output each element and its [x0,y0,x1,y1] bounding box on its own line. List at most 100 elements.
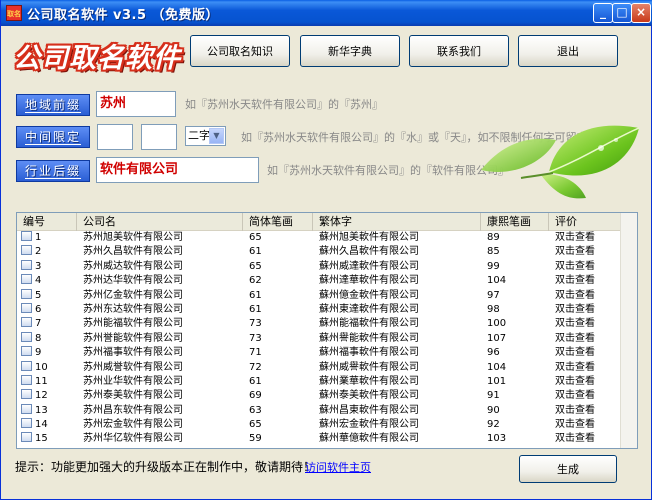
table-cell: 91 [487,390,500,402]
footer-tip: 提示：功能更加强大的升级版本正在制作中，敬请期待！ [15,460,316,474]
table-cell: 蘇州宏金軟件有限公司 [319,419,419,431]
table-cell: 90 [487,404,500,416]
table-cell: 100 [487,318,507,330]
table-cell: 苏州宏金软件有限公司 [83,419,183,431]
table-row[interactable]: 14 苏州宏金软件有限公司 65 蘇州宏金軟件有限公司 92 双击查看 [17,418,637,432]
table-cell: 双击查看 [555,433,595,445]
title-bar[interactable]: 取名 公司取名软件 v3.5 （免费版） _ □ × [1,0,652,26]
results-table[interactable]: 编号 公司名 简体笔画 繁体字 康熙笔画 评价 1 苏州旭美软件有限公司 65 蘇州旭… [16,212,638,449]
row-item-icon [21,259,32,270]
table-cell: 蘇州華億軟件有限公司 [319,433,419,445]
table-row[interactable]: 15 苏州华亿软件有限公司 59 蘇州華億軟件有限公司 103 双击查看 [17,432,637,446]
table-cell: 双击查看 [555,318,595,330]
table-row[interactable]: 9 苏州福事软件有限公司 71 蘇州福事軟件有限公司 96 双击查看 [17,346,637,360]
row-item-icon [21,231,32,241]
table-row[interactable]: 13 苏州昌东软件有限公司 63 蘇州昌東軟件有限公司 90 双击查看 [17,403,637,418]
table-cell: 双击查看 [555,289,595,301]
middle-input-2[interactable] [141,124,177,150]
row-number-cell: 10 [17,360,77,375]
row-number-cell: 2 [17,245,77,259]
table-row[interactable]: 12 苏州泰美软件有限公司 69 蘇州泰美軟件有限公司 91 双击查看 [17,389,637,403]
table-cell: 蘇州業華軟件有限公司 [319,375,419,387]
row-number-cell: 5 [17,288,77,303]
row-item-icon [21,432,32,443]
table-cell: 59 [249,433,262,445]
middle-label-button[interactable]: 中间限定 [16,126,90,148]
table-row[interactable]: 4 苏州达华软件有限公司 62 蘇州達華軟件有限公司 104 双击查看 [17,274,637,288]
column-header[interactable]: 繁体字 [313,213,481,231]
row-number: 3 [35,260,42,272]
row-item-icon [21,418,32,429]
table-cell: 双击查看 [555,347,595,359]
leaf-decoration-icon [481,125,640,199]
table-cell: 65 [249,260,262,272]
row-number: 1 [35,232,42,243]
row-number: 7 [35,318,42,330]
table-row[interactable]: 7 苏州能福软件有限公司 73 蘇州能福軟件有限公司 100 双击查看 [17,317,637,331]
row-item-icon [21,302,32,313]
table-row[interactable]: 10 苏州威誉软件有限公司 72 蘇州威譽軟件有限公司 104 双击查看 [17,360,637,375]
row-item-icon [21,317,32,328]
row-item-icon [21,331,32,342]
row-number-cell: 6 [17,302,77,317]
row-number-cell: 7 [17,317,77,331]
homepage-link[interactable]: 访问软件主页 [305,459,371,475]
table-cell: 107 [487,332,507,344]
suffix-label-button[interactable]: 行业后缀 [16,160,90,182]
table-cell: 苏州威誉软件有限公司 [83,361,183,373]
table-body: 1 苏州旭美软件有限公司 65 蘇州旭美軟件有限公司 89 双击查看 2 苏州久昌软件有限公司… [17,231,637,447]
table-cell: 蘇州泰美軟件有限公司 [319,390,419,402]
table-row[interactable]: 2 苏州久昌软件有限公司 61 蘇州久昌軟件有限公司 85 双击查看 [17,245,637,259]
prefix-hint: 如『苏州水天软件有限公司』的『苏州』 [185,98,383,111]
middle-input-1[interactable] [97,124,133,150]
table-cell: 62 [249,275,262,287]
row-number-cell: 3 [17,259,77,274]
table-row[interactable]: 1 苏州旭美软件有限公司 65 蘇州旭美軟件有限公司 89 双击查看 [17,231,637,245]
column-header[interactable]: 简体笔画 [243,213,313,231]
close-button[interactable]: × [631,3,651,23]
table-cell: 苏州华亿软件有限公司 [83,433,183,445]
table-cell: 蘇州久昌軟件有限公司 [319,246,419,258]
table-cell: 蘇州譽能軟件有限公司 [319,332,419,344]
row-number: 12 [35,390,48,402]
exit-button[interactable]: 退出 [518,35,618,67]
suffix-input[interactable]: 软件有限公司 [96,157,259,183]
table-row[interactable]: 6 苏州东达软件有限公司 61 蘇州東達軟件有限公司 98 双击查看 [17,302,637,317]
table-cell: 双击查看 [555,375,595,387]
table-cell: 92 [487,419,500,431]
table-cell: 61 [249,375,262,387]
minimize-button[interactable]: _ [593,3,613,23]
row-number: 6 [35,303,42,315]
table-cell: 蘇州東達軟件有限公司 [319,303,419,315]
table-row[interactable]: 3 苏州威达软件有限公司 65 蘇州威達軟件有限公司 99 双击查看 [17,259,637,274]
maximize-button[interactable]: □ [612,3,632,23]
char-count-select[interactable]: 二字 ▼ [185,126,226,146]
prefix-label-button[interactable]: 地域前缀 [16,94,90,116]
column-header[interactable]: 康熙笔画 [481,213,549,231]
table-row[interactable]: 11 苏州业华软件有限公司 61 蘇州業華軟件有限公司 101 双击查看 [17,374,637,389]
contact-button[interactable]: 联系我们 [409,35,509,67]
generate-button[interactable]: 生成 [519,455,617,483]
table-cell: 104 [487,275,507,287]
naming-knowledge-button[interactable]: 公司取名知识 [190,35,290,67]
table-cell: 苏州亿金软件有限公司 [83,289,183,301]
column-header[interactable]: 评价 [549,213,624,231]
table-row[interactable]: 5 苏州亿金软件有限公司 61 蘇州億金軟件有限公司 97 双击查看 [17,288,637,303]
table-cell: 73 [249,318,262,330]
column-header[interactable]: 公司名 [77,213,243,231]
row-item-icon [21,374,32,385]
dictionary-button[interactable]: 新华字典 [300,35,400,67]
column-header[interactable]: 编号 [17,213,77,231]
table-cell: 苏州东达软件有限公司 [83,303,183,315]
table-cell: 99 [487,260,500,272]
table-row[interactable]: 8 苏州誉能软件有限公司 73 蘇州譽能軟件有限公司 107 双击查看 [17,331,637,346]
table-cell: 85 [487,246,500,258]
table-cell: 双击查看 [555,404,595,416]
vertical-scrollbar[interactable] [620,213,637,448]
row-number: 4 [35,275,42,287]
table-cell: 蘇州昌東軟件有限公司 [319,404,419,416]
table-cell: 双击查看 [555,390,595,402]
prefix-input[interactable]: 苏州 [96,91,176,117]
chevron-down-icon[interactable]: ▼ [209,128,224,144]
row-number-cell: 13 [17,403,77,418]
